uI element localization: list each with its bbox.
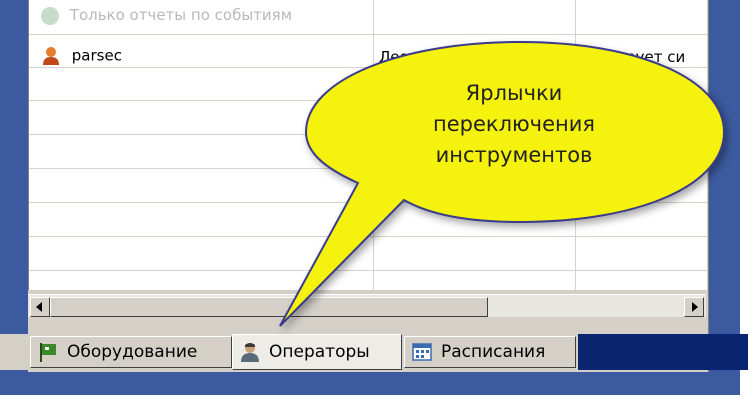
callout-text: Ярлычки переключения инструментов [404, 78, 624, 171]
callout-line: переключения [432, 112, 596, 136]
screenshot-frame: Только отчеты по событиям parsec Леонид … [0, 0, 754, 413]
callout-bubble [279, 40, 726, 327]
callout-line: Ярлычки [465, 81, 563, 105]
callout-line: инструментов [435, 143, 593, 167]
